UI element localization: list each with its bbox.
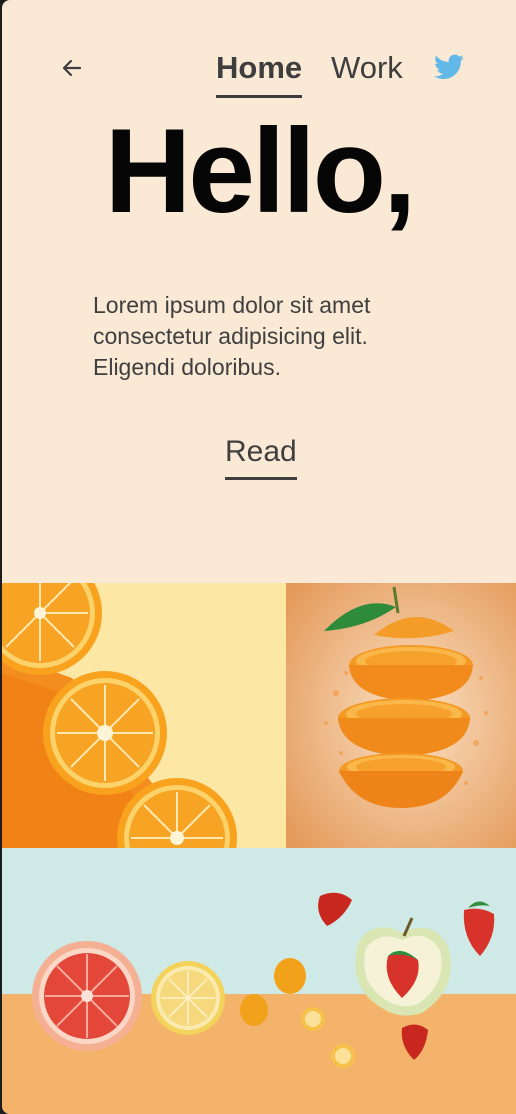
floating-orange-image: [286, 583, 516, 848]
app-screen: Home Work Hello, Lorem ipsum dolor sit a…: [2, 0, 516, 1114]
assorted-fruits-image: [2, 848, 516, 1114]
nav-home-link[interactable]: Home: [216, 50, 303, 98]
back-button[interactable]: [56, 52, 88, 84]
read-link[interactable]: Read: [225, 434, 297, 480]
hero-title: Hello,: [104, 104, 417, 238]
twitter-button[interactable]: [434, 54, 464, 80]
hero-description: Lorem ipsum dolor sit amet consectetur a…: [93, 292, 371, 380]
orange-slices-image: [2, 583, 286, 848]
nav-work-link[interactable]: Work: [331, 50, 403, 86]
arrow-left-icon: [62, 59, 82, 77]
twitter-icon: [434, 54, 464, 79]
